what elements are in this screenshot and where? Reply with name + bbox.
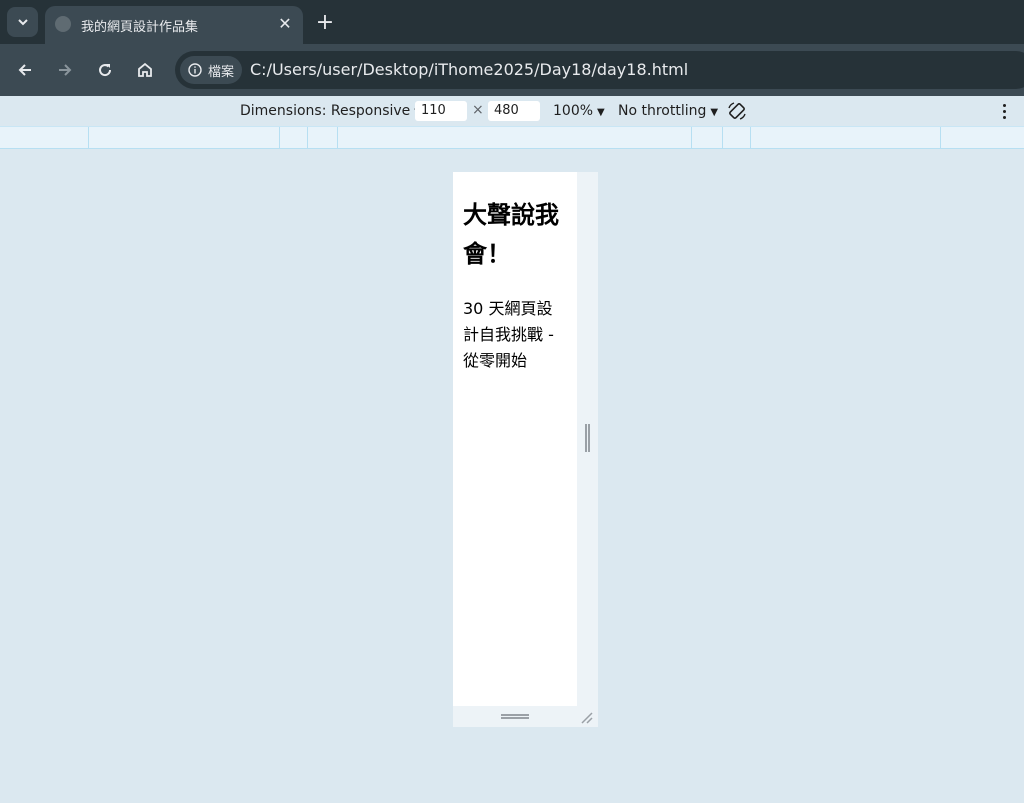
browser-tab-active[interactable]: 我的網頁設計作品集 ✕ <box>45 6 303 44</box>
globe-icon <box>55 16 71 32</box>
media-query-tick <box>279 127 280 148</box>
more-options-button[interactable] <box>995 100 1013 122</box>
home-icon <box>138 62 152 77</box>
site-info-chip[interactable]: 檔案 <box>180 56 242 84</box>
media-query-bar[interactable] <box>0 126 1024 149</box>
width-input[interactable]: 110 <box>415 101 467 121</box>
grip-icon <box>585 424 590 452</box>
new-tab-button[interactable]: + <box>313 9 337 35</box>
plus-icon: + <box>315 9 335 35</box>
height-input[interactable]: 480 <box>488 101 540 121</box>
resize-handle-bottom[interactable] <box>453 706 598 727</box>
rotate-icon <box>728 102 746 120</box>
zoom-dropdown[interactable]: 100% ▼ <box>553 103 605 119</box>
page-subtitle: 30 天網頁設計自我挑戰 - 從零開始 <box>463 299 554 370</box>
arrow-right-icon <box>59 64 72 76</box>
browser-toolbar: 檔案 C:/Users/user/Desktop/iThome2025/Day1… <box>0 44 1024 96</box>
device-toolbar: Dimensions: Responsive▼ 110 × 480 100%▼ … <box>0 96 1024 126</box>
resize-handle-right[interactable] <box>577 172 598 706</box>
tab-title: 我的網頁設計作品集 <box>81 20 199 35</box>
info-icon <box>188 63 202 77</box>
device-viewport: 大聲說我會！ 30 天網頁設計自我挑戰 - 從零開始 <box>453 172 577 706</box>
close-icon: ✕ <box>278 13 292 33</box>
media-query-tick <box>750 127 751 148</box>
site-info-label: 檔案 <box>208 64 235 80</box>
zoom-label: 100% <box>553 103 594 119</box>
throttling-dropdown[interactable]: No throttling ▼ <box>618 103 718 119</box>
forward-button[interactable] <box>51 56 79 84</box>
tab-close-button[interactable]: ✕ <box>274 12 296 34</box>
reload-button[interactable] <box>91 56 119 84</box>
grip-icon <box>501 714 529 719</box>
media-query-tick <box>940 127 941 148</box>
chevron-down-icon <box>17 19 28 26</box>
resize-corner-icon[interactable] <box>579 710 593 724</box>
dimensions-label: Dimensions: Responsive <box>240 103 411 119</box>
reload-icon <box>99 64 112 77</box>
tab-search-button[interactable] <box>7 7 38 37</box>
address-bar[interactable]: 檔案 C:/Users/user/Desktop/iThome2025/Day1… <box>175 51 1024 89</box>
throttling-label: No throttling <box>618 103 707 119</box>
home-button[interactable] <box>131 56 159 84</box>
more-icon-dot <box>1002 115 1006 119</box>
caret-down-icon: ▼ <box>597 107 605 118</box>
more-icon-dot <box>1002 109 1006 113</box>
media-query-tick <box>722 127 723 148</box>
caret-down-icon: ▼ <box>710 107 719 118</box>
times-separator: × <box>472 102 484 118</box>
page-heading: 大聲說我會！ <box>463 201 559 268</box>
rotate-button[interactable] <box>726 100 748 122</box>
url-text[interactable]: C:/Users/user/Desktop/iThome2025/Day18/d… <box>250 60 688 79</box>
more-icon-dot <box>1002 103 1006 107</box>
media-query-tick <box>337 127 338 148</box>
arrow-left-icon <box>18 64 31 76</box>
tab-strip: 我的網頁設計作品集 ✕ + <box>0 0 1024 44</box>
media-query-tick <box>691 127 692 148</box>
dimensions-dropdown[interactable]: Dimensions: Responsive▼ <box>240 103 422 119</box>
back-button[interactable] <box>11 56 39 84</box>
media-query-tick <box>307 127 308 148</box>
media-query-tick <box>88 127 89 148</box>
